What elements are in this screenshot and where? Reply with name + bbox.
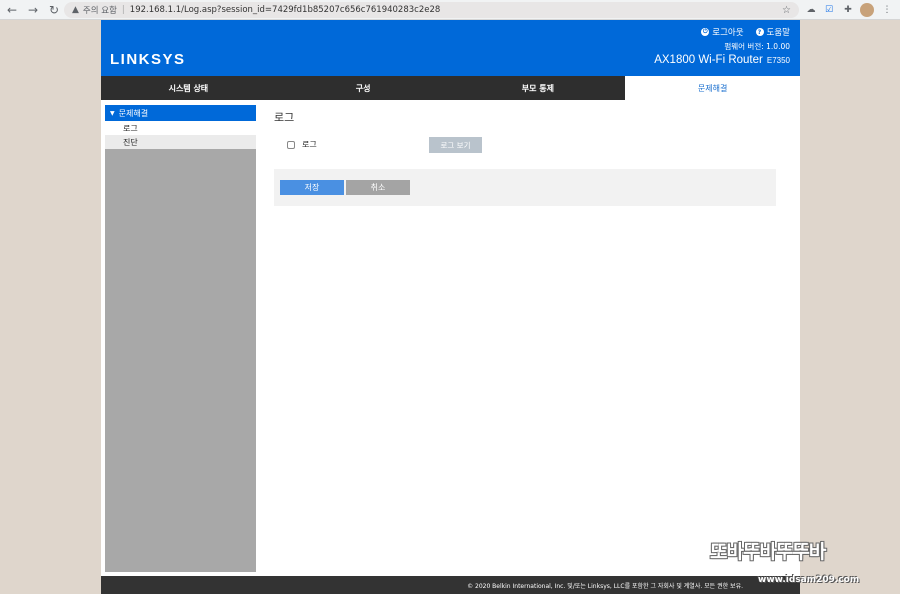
bookmark-star-icon[interactable]: ☆ — [782, 5, 791, 16]
watermark-url: www.idsam209.com — [758, 575, 860, 585]
page-header: LINKSYS ⏻ 로그아웃 ? 도움말 펌웨어 버전: 1.0.00 AX18… — [101, 20, 800, 76]
help-link[interactable]: ? 도움말 — [755, 26, 790, 38]
url-text: 192.168.1.1/Log.asp?session_id=7429fd1b8… — [129, 5, 441, 15]
security-status: 주의 요함 — [82, 6, 117, 16]
address-bar[interactable]: ▲ 주의 요함 | 192.168.1.1/Log.asp?session_id… — [64, 2, 799, 18]
tab-status[interactable]: 시스템 상태 — [101, 76, 276, 100]
page-footer: © 2020 Belkin International, Inc. 및/또는 L… — [101, 576, 800, 594]
tab-troubleshooting[interactable]: 문제해결 — [625, 76, 800, 100]
extension-check-icon[interactable]: ☑ — [822, 3, 836, 17]
log-checkbox-label: 로그 — [302, 140, 317, 149]
router-page: LINKSYS ⏻ 로그아웃 ? 도움말 펌웨어 버전: 1.0.00 AX18… — [101, 20, 800, 594]
browser-toolbar: ← → ↻ ▲ 주의 요함 | 192.168.1.1/Log.asp?sess… — [0, 0, 900, 20]
log-checkbox-row: 로그 — [287, 139, 317, 150]
header-links: ⏻ 로그아웃 ? 도움말 — [701, 26, 790, 38]
log-checkbox[interactable] — [287, 140, 295, 149]
view-log-button[interactable]: 로그 보기 — [429, 137, 482, 153]
sidebar-section-label: 문제해결 — [118, 108, 149, 118]
address-divider: | — [121, 5, 125, 15]
extension-cloud-icon[interactable]: ☁ — [804, 3, 818, 17]
menu-dots-icon[interactable]: ⋮ — [880, 3, 894, 17]
save-button[interactable]: 저장 — [280, 180, 344, 195]
sidebar: ▼ 문제해결 로그 진단 — [105, 105, 256, 572]
cancel-button[interactable]: 취소 — [346, 180, 410, 195]
logout-link[interactable]: ⏻ 로그아웃 — [701, 26, 744, 38]
firmware-version: 펌웨어 버전: 1.0.00 — [724, 42, 790, 51]
tab-configuration[interactable]: 구성 — [276, 76, 451, 100]
linksys-logo: LINKSYS — [110, 51, 186, 68]
model-code: E7350 — [766, 56, 790, 65]
watermark-text: 또바뚜바뚜뚜바 — [710, 541, 826, 563]
page-title: 로그 — [274, 111, 295, 124]
extensions-puzzle-icon[interactable]: ✚ — [841, 3, 855, 17]
caret-down-icon: ▼ — [110, 109, 115, 117]
help-icon: ? — [755, 28, 764, 36]
back-icon[interactable]: ← — [3, 1, 21, 19]
sidebar-section-troubleshooting[interactable]: ▼ 문제해결 — [105, 105, 256, 121]
tab-parental-control[interactable]: 부모 통제 — [451, 76, 626, 100]
copyright-text: © 2020 Belkin International, Inc. 및/또는 L… — [467, 582, 743, 590]
main-nav: 시스템 상태 구성 부모 통제 문제해결 — [101, 76, 800, 100]
profile-avatar[interactable] — [860, 3, 874, 17]
logout-label: 로그아웃 — [712, 28, 744, 38]
reload-icon[interactable]: ↻ — [45, 1, 63, 19]
model-title: AX1800 Wi-Fi Router — [654, 54, 763, 66]
sidebar-item-log[interactable]: 로그 — [105, 121, 256, 135]
action-bar: 저장 취소 — [274, 169, 776, 206]
warning-icon: ▲ — [72, 5, 79, 15]
model-name: AX1800 Wi-Fi Router E7350 — [654, 54, 790, 66]
sidebar-item-diagnostics[interactable]: 진단 — [105, 135, 256, 149]
forward-icon[interactable]: → — [24, 1, 42, 19]
help-label: 도움말 — [766, 28, 790, 38]
logout-icon: ⏻ — [701, 28, 710, 36]
